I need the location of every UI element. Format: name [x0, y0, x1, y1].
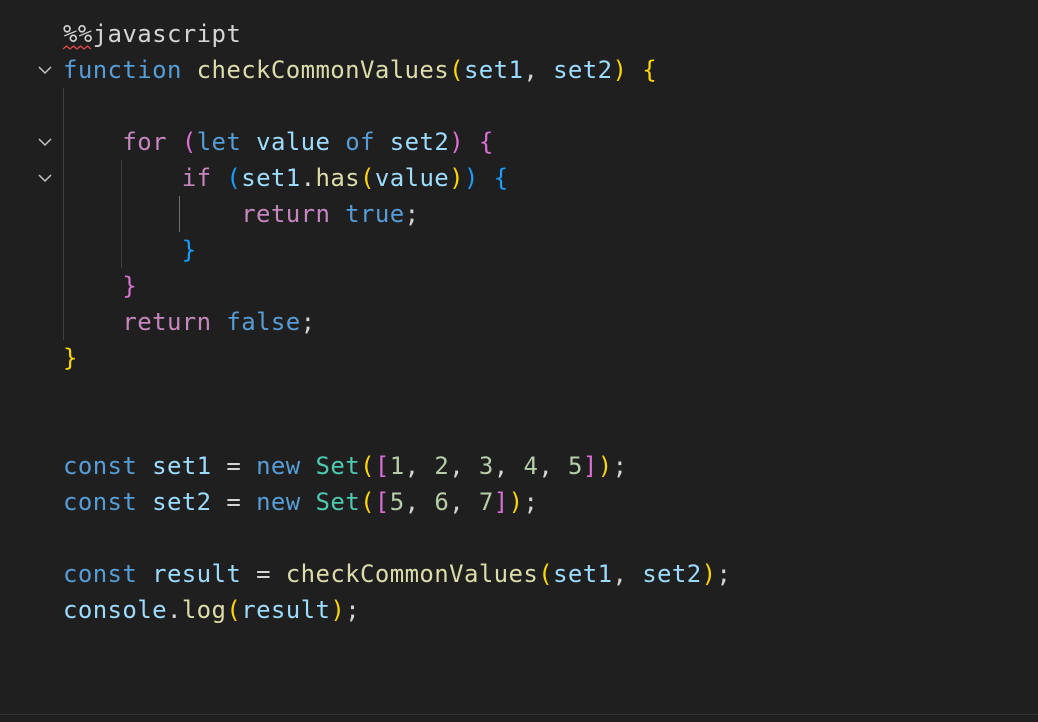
function-call: checkCommonValues — [285, 560, 539, 588]
var-result: result — [152, 560, 242, 588]
keyword-const: const — [63, 560, 138, 588]
class-set: Set — [315, 488, 361, 516]
code-line-if-close[interactable]: } — [63, 232, 197, 268]
var-value: value — [256, 128, 331, 156]
keyword-return: return — [241, 200, 331, 228]
keyword-for: for — [122, 128, 167, 156]
keyword-false: false — [226, 308, 301, 336]
arg-set2: set2 — [642, 560, 702, 588]
code-line-for-close[interactable]: } — [63, 268, 137, 304]
keyword-const: const — [63, 488, 138, 516]
function-name: checkCommonValues — [196, 56, 450, 84]
arg-set1: set1 — [553, 560, 613, 588]
method-has: has — [315, 164, 361, 192]
class-set: Set — [315, 452, 361, 480]
code-line-console-log[interactable]: console.log(result); — [63, 592, 360, 628]
var-console: console — [63, 596, 167, 624]
var-set1: set1 — [241, 164, 301, 192]
keyword-let: let — [196, 128, 242, 156]
code-line-const-set2[interactable]: const set2 = new Set([5, 6, 7]); — [63, 484, 538, 520]
number-literal: 5 — [389, 488, 405, 516]
code-line-return-false[interactable]: return false; — [63, 304, 315, 340]
var-set2: set2 — [152, 488, 212, 516]
code-line-if[interactable]: if (set1.has(value)) { — [63, 160, 509, 196]
code-line-const-set1[interactable]: const set1 = new Set([1, 2, 3, 4, 5]); — [63, 448, 627, 484]
cell-bottom-border — [0, 714, 1038, 715]
fold-chevron-down-icon[interactable] — [35, 132, 55, 152]
keyword-function: function — [63, 56, 182, 84]
number-literal: 3 — [478, 452, 494, 480]
number-literal: 4 — [523, 452, 539, 480]
code-line-function-decl[interactable]: function checkCommonValues(set1, set2) { — [63, 52, 657, 88]
code-line-return-true[interactable]: return true; — [63, 196, 419, 232]
keyword-of: of — [345, 128, 375, 156]
keyword-if: if — [181, 164, 212, 192]
arg-result: result — [241, 596, 331, 624]
keyword-const: const — [63, 452, 138, 480]
code-line-function-close[interactable]: } — [63, 340, 78, 376]
var-set2: set2 — [389, 128, 450, 156]
keyword-return: return — [122, 308, 212, 336]
code-line-for[interactable]: for (let value of set2) { — [63, 124, 494, 160]
param-set1: set1 — [463, 56, 524, 84]
magic-command: %%javascript — [63, 20, 242, 48]
number-literal: 2 — [434, 452, 450, 480]
error-squiggle-icon — [63, 45, 91, 50]
code-line-const-result[interactable]: const result = checkCommonValues(set1, s… — [63, 556, 731, 592]
code-editor[interactable]: %%javascript function checkCommonValues(… — [0, 0, 1038, 722]
number-literal: 6 — [434, 488, 450, 516]
fold-chevron-down-icon[interactable] — [35, 60, 55, 80]
var-set1: set1 — [152, 452, 212, 480]
param-set2: set2 — [553, 56, 613, 84]
method-log: log — [181, 596, 227, 624]
number-literal: 7 — [478, 488, 494, 516]
keyword-true: true — [345, 200, 405, 228]
keyword-new: new — [256, 488, 301, 516]
fold-chevron-down-icon[interactable] — [35, 168, 55, 188]
var-value: value — [374, 164, 450, 192]
number-literal: 5 — [568, 452, 583, 480]
number-literal: 1 — [389, 452, 405, 480]
keyword-new: new — [256, 452, 301, 480]
